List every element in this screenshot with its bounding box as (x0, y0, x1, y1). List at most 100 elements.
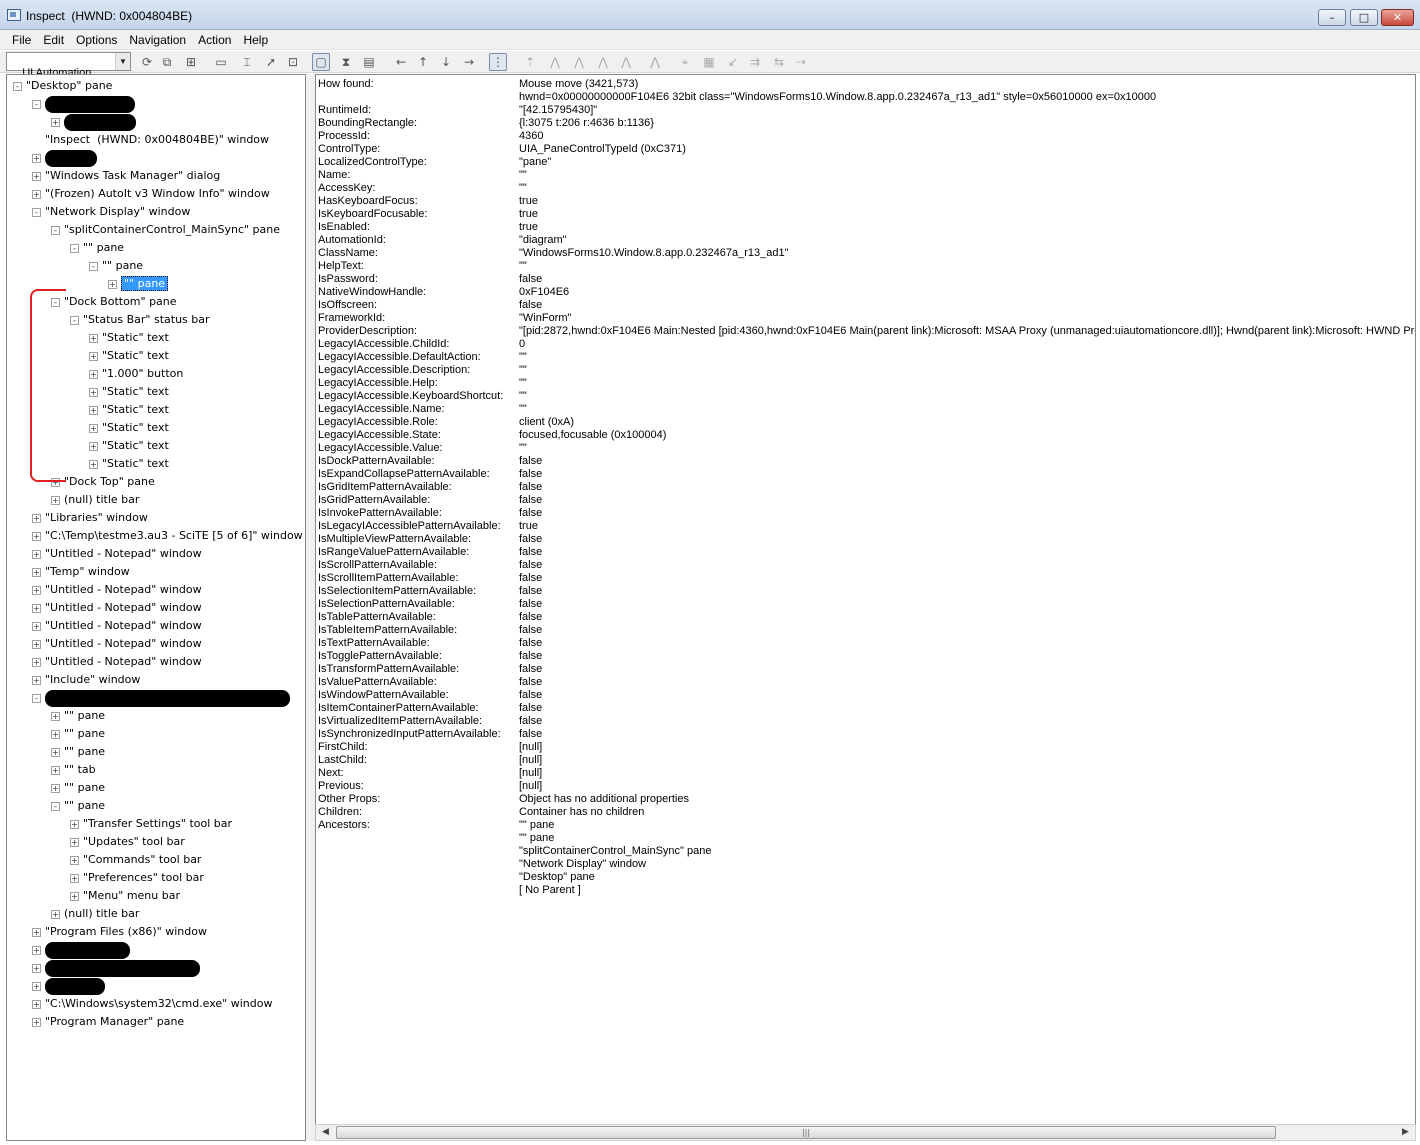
expand-icon[interactable]: + (32, 567, 41, 577)
collapse-icon[interactable]: - (13, 81, 22, 91)
expand-icon[interactable]: + (32, 153, 41, 163)
copy-tree-icon[interactable]: ⊞ (182, 53, 200, 71)
tree-item[interactable]: + "Static" text (89, 437, 169, 455)
tree-item[interactable]: + "" pane (51, 743, 105, 761)
pane-splitter[interactable] (306, 74, 315, 1141)
tree-item[interactable]: + "Untitled - Notepad" window (32, 653, 202, 671)
tree-item[interactable]: - "Network Display" window (32, 203, 190, 221)
expand-icon[interactable]: + (51, 765, 60, 775)
show-expanded-icon[interactable]: ▤ (360, 53, 378, 71)
expand-icon[interactable]: + (89, 405, 98, 415)
element-tree[interactable]: - "Desktop" pane - + "Inspect (HWND: 0x00480… (6, 74, 306, 1141)
nav-prev-sibling-icon[interactable]: ⋀ (570, 53, 588, 71)
tree-item[interactable]: + "(Frozen) AutoIt v3 Window Info" window (32, 185, 270, 203)
tree-item[interactable]: + "C:\Temp\testme3.au3 - SciTE [5 of 6]" … (32, 527, 303, 545)
chevron-down-icon[interactable]: ▼ (115, 53, 130, 70)
expand-icon[interactable]: + (32, 171, 41, 181)
expand-icon[interactable]: + (51, 729, 60, 739)
expand-icon[interactable]: + (32, 657, 41, 667)
tree-item[interactable]: + "Commands" tool bar (70, 851, 201, 869)
menu-action[interactable]: Action (192, 33, 237, 47)
tree-item[interactable]: + "Preferences" tool bar (70, 869, 204, 887)
collapse-icon[interactable]: - (51, 225, 60, 235)
minimize-button[interactable]: – (1318, 9, 1346, 26)
expand-icon[interactable]: + (32, 549, 41, 559)
action-toggle-icon[interactable]: ⇉ (746, 53, 764, 71)
tree-item[interactable]: + "Menu" menu bar (70, 887, 180, 905)
tree-item[interactable]: + (51, 113, 136, 131)
collapse-icon[interactable]: - (89, 261, 98, 271)
menu-file[interactable]: File (6, 33, 37, 47)
properties-pane[interactable]: How found: Mouse move (3421,573) hwnd=0x00… (315, 74, 1416, 1141)
show-hidden-icon[interactable]: ⧗ (337, 53, 355, 71)
expand-icon[interactable]: + (32, 531, 41, 541)
expand-icon[interactable]: + (51, 783, 60, 793)
expand-icon[interactable]: + (89, 333, 98, 343)
scroll-thumb[interactable]: ||| (336, 1126, 1276, 1139)
expand-icon[interactable]: + (70, 819, 79, 829)
nav-up-icon[interactable]: ↑ (414, 53, 432, 71)
maximize-button[interactable]: □ (1350, 9, 1378, 26)
collapse-icon[interactable]: - (32, 99, 41, 109)
tree-item[interactable]: - "splitContainerControl_MainSync" pane (51, 221, 280, 239)
nav-first-child-icon[interactable]: ⋀ (546, 53, 564, 71)
expand-icon[interactable]: + (32, 603, 41, 613)
nav-next-sibling-icon[interactable]: ⋀ (594, 53, 612, 71)
scroll-right-icon[interactable]: ▶ (1397, 1125, 1414, 1140)
expand-icon[interactable]: + (89, 369, 98, 379)
tree-item[interactable]: - "" pane (89, 257, 143, 275)
copy-icon[interactable]: ⧉ (158, 53, 176, 71)
tree-item[interactable]: + "Untitled - Notepad" window (32, 599, 202, 617)
tree-item[interactable]: + "Dock Top" pane (51, 473, 155, 491)
tree-item[interactable]: + "Program Files (x86)" window (32, 923, 207, 941)
expand-icon[interactable]: + (32, 981, 41, 991)
watch-focus-icon[interactable]: ▭ (212, 53, 230, 71)
highlight-icon[interactable]: ▢ (312, 53, 330, 71)
expand-icon[interactable]: + (89, 423, 98, 433)
expand-icon[interactable]: + (89, 387, 98, 397)
tree-item[interactable]: + "Program Manager" pane (32, 1013, 184, 1031)
tree-item[interactable]: + (32, 977, 105, 995)
expand-icon[interactable]: + (51, 117, 60, 127)
tree-item[interactable]: + (32, 149, 97, 167)
tree-item[interactable]: + "" pane (51, 779, 105, 797)
tree-item[interactable]: + "Static" text (89, 383, 169, 401)
action-expand-icon[interactable]: ⇆ (770, 53, 788, 71)
tree-item[interactable]: + "" pane (51, 725, 105, 743)
collapse-icon[interactable]: - (32, 207, 41, 217)
tree-item[interactable]: - (32, 95, 135, 113)
menu-help[interactable]: Help (237, 33, 274, 47)
tree-item[interactable]: + "Static" text (89, 401, 169, 419)
tree-item[interactable]: + (32, 941, 130, 959)
watch-cursor-icon[interactable]: ⌶ (238, 53, 256, 71)
tree-item[interactable]: + "Transfer Settings" tool bar (70, 815, 232, 833)
expand-icon[interactable]: + (32, 513, 41, 523)
tree-item[interactable]: + (null) title bar (51, 905, 139, 923)
menu-edit[interactable]: Edit (37, 33, 70, 47)
expand-icon[interactable]: + (108, 279, 117, 289)
tree-item[interactable]: + "Static" text (89, 347, 169, 365)
action-scroll-icon[interactable]: ⇢ (792, 53, 810, 71)
nav-parent-icon[interactable]: ⇡ (521, 53, 539, 71)
tree-item[interactable]: + "" pane (108, 275, 169, 293)
tree-item[interactable]: + "Static" text (89, 419, 169, 437)
refresh-icon[interactable]: ⟳ (138, 53, 156, 71)
tree-item[interactable]: + "Untitled - Notepad" window (32, 545, 202, 563)
mode-select[interactable]: UI Automation ▼ (6, 52, 131, 79)
expand-icon[interactable]: + (32, 621, 41, 631)
expand-icon[interactable]: + (32, 963, 41, 973)
expand-icon[interactable]: + (51, 909, 60, 919)
tree-item[interactable]: - "Status Bar" status bar (70, 311, 210, 329)
expand-icon[interactable]: + (51, 711, 60, 721)
expand-icon[interactable]: + (32, 585, 41, 595)
action-invoke-icon[interactable]: ↙ (724, 53, 742, 71)
tree-item[interactable]: + "" tab (51, 761, 96, 779)
tree-item[interactable]: + "1.000" button (89, 365, 183, 383)
menu-navigation[interactable]: Navigation (123, 33, 192, 47)
nav-down-icon[interactable]: ↓ (437, 53, 455, 71)
tree-item[interactable]: + "C:\Windows\system32\cmd.exe" window (32, 995, 272, 1013)
expand-icon[interactable]: + (32, 999, 41, 1009)
collapse-icon[interactable]: - (32, 693, 41, 703)
collapse-icon[interactable]: - (70, 315, 79, 325)
tree-item[interactable]: + "Windows Task Manager" dialog (32, 167, 220, 185)
